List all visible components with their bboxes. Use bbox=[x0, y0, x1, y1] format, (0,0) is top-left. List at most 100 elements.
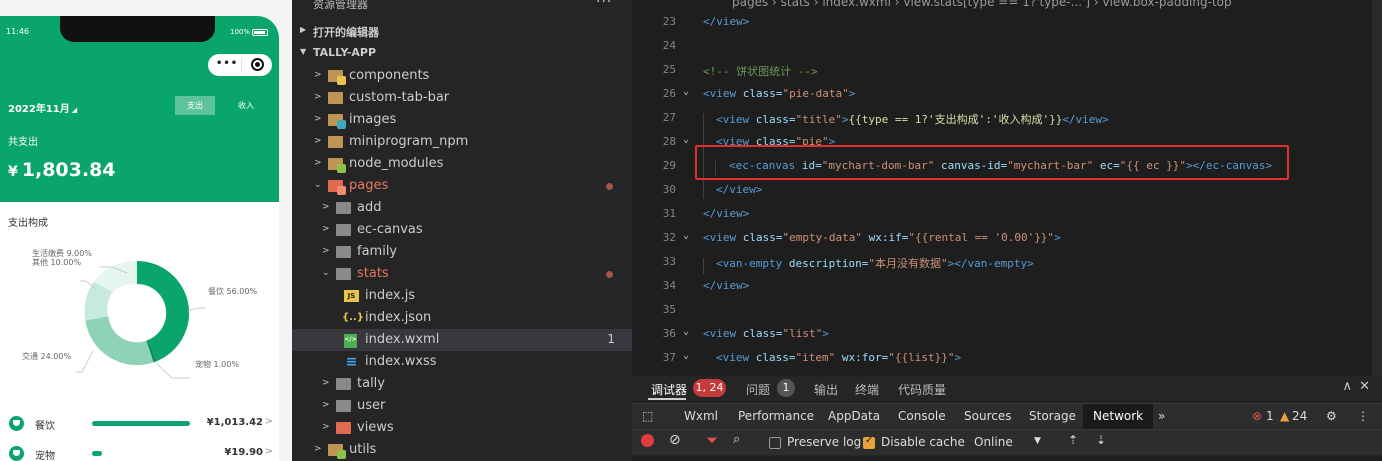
editor-scrollbar[interactable] bbox=[1372, 0, 1382, 376]
devtools-tab-wxml[interactable]: Wxml bbox=[684, 409, 718, 423]
throttle-select[interactable]: Online bbox=[974, 435, 1013, 449]
tab-code-quality[interactable]: 代码质量 bbox=[898, 381, 946, 398]
modified-dot bbox=[606, 271, 613, 278]
close-icon[interactable]: ✕ bbox=[1359, 379, 1370, 394]
clear-icon[interactable]: ⊘ bbox=[669, 432, 681, 448]
code-line[interactable]: 34 </view> bbox=[632, 274, 1382, 298]
dropdown-icon[interactable]: ▼ bbox=[1034, 436, 1041, 446]
chevron-down-icon: ⌄ bbox=[322, 268, 330, 278]
tree-file-index-wxml[interactable]: </> index.wxml 1 bbox=[292, 329, 632, 351]
tree-folder-components[interactable]: > components bbox=[292, 65, 632, 87]
preserve-log-checkbox[interactable] bbox=[769, 437, 781, 449]
tab-expense[interactable]: 支出 bbox=[175, 96, 215, 115]
devtools-tab-console[interactable]: Console bbox=[898, 409, 946, 423]
phone-screen: 11:46 100% ••• 2022年11月 ◢ 支出 收入 共支出 ¥1,80… bbox=[0, 16, 279, 461]
tab-debugger[interactable]: 调试器 bbox=[651, 381, 687, 398]
tree-folder-user[interactable]: > user bbox=[292, 395, 632, 417]
simulator-panel: 11:46 100% ••• 2022年11月 ◢ 支出 收入 共支出 ¥1,80… bbox=[0, 0, 292, 461]
filter-icon[interactable]: ⏷ bbox=[706, 431, 718, 449]
folder-icon bbox=[328, 92, 343, 104]
devtools-tab-performance[interactable]: Performance bbox=[738, 409, 814, 423]
tree-folder-node-modules[interactable]: > node_modules bbox=[292, 153, 632, 175]
tree-folder-views[interactable]: > views bbox=[292, 417, 632, 439]
tab-terminal[interactable]: 终端 bbox=[855, 381, 879, 398]
tree-folder-pages[interactable]: ⌄ pages bbox=[292, 175, 632, 197]
code-line[interactable]: 23 </view> bbox=[632, 10, 1382, 34]
food-icon bbox=[9, 416, 24, 431]
dropdown-icon: ◢ bbox=[71, 106, 78, 114]
devtools-tab-appdata[interactable]: AppData bbox=[828, 409, 880, 423]
devtools-tab-sources[interactable]: Sources bbox=[964, 409, 1011, 423]
kebab-menu-icon[interactable]: ⋮ bbox=[1357, 409, 1369, 423]
battery-text: 100% bbox=[230, 28, 251, 36]
download-icon[interactable]: ⇣ bbox=[1096, 433, 1106, 447]
code-line[interactable]: 37 ⌄ <view class="item" wx:for="{{list}}… bbox=[632, 346, 1382, 370]
code-line[interactable]: 30 </view> bbox=[632, 178, 1382, 202]
fold-chevron-icon[interactable]: ⌄ bbox=[683, 230, 689, 241]
section-open-editors[interactable]: ▶ 打开的编辑器 bbox=[292, 20, 632, 42]
code-line[interactable]: 25 <!-- 饼状图统计 --> bbox=[632, 58, 1382, 82]
category-row-food[interactable]: 餐饮 ¥1,013.42 > bbox=[0, 414, 279, 434]
tree-folder-add[interactable]: > add bbox=[292, 197, 632, 219]
chevron-right-icon: > bbox=[322, 246, 330, 256]
tree-folder-ec-canvas[interactable]: > ec-canvas bbox=[292, 219, 632, 241]
code-line[interactable]: 26 ⌄ <view class="pie-data"> bbox=[632, 82, 1382, 106]
tree-folder-utils[interactable]: > utils bbox=[292, 439, 632, 461]
fold-chevron-icon[interactable]: ⌄ bbox=[683, 326, 689, 337]
code-line[interactable]: 35 bbox=[632, 298, 1382, 322]
more-tabs-icon[interactable]: » bbox=[1158, 409, 1165, 423]
record-icon[interactable] bbox=[641, 434, 654, 447]
chevron-right-icon: > bbox=[322, 378, 330, 388]
month-picker[interactable]: 2022年11月 ◢ bbox=[8, 100, 77, 115]
folder-icon bbox=[336, 378, 351, 390]
error-count[interactable]: 1 bbox=[1266, 409, 1274, 423]
tree-file-index-wxss[interactable]: ≡ index.wxss bbox=[292, 351, 632, 373]
code-line[interactable]: 33 <van-empty description="本月没有数据"></van… bbox=[632, 250, 1382, 274]
fold-chevron-icon[interactable]: ⌄ bbox=[683, 86, 689, 97]
tree-file-index-json[interactable]: {..} index.json bbox=[292, 307, 632, 329]
gear-icon[interactable]: ⚙ bbox=[1326, 409, 1337, 423]
upload-icon[interactable]: ⇡ bbox=[1068, 433, 1078, 447]
fold-chevron-icon[interactable]: ⌄ bbox=[683, 350, 689, 361]
tab-issues[interactable]: 问题 bbox=[746, 381, 770, 398]
folder-icon bbox=[328, 158, 346, 173]
search-icon[interactable]: ⌕ bbox=[733, 432, 740, 447]
more-dots-icon[interactable]: ••• bbox=[216, 58, 238, 69]
tree-folder-tally[interactable]: > tally bbox=[292, 373, 632, 395]
mini-program-capsule[interactable]: ••• bbox=[208, 54, 272, 76]
tab-output[interactable]: 输出 bbox=[814, 381, 838, 398]
panel-tabs: 调试器 1, 24 问题 1 输出 终端 代码质量 ∧ ✕ bbox=[632, 376, 1382, 401]
devtools-tab-storage[interactable]: Storage bbox=[1029, 409, 1076, 423]
code-line[interactable]: 36 ⌄ <view class="list"> bbox=[632, 322, 1382, 346]
folder-icon bbox=[336, 422, 351, 434]
close-circle-icon[interactable] bbox=[251, 58, 264, 71]
fold-chevron-icon[interactable]: ⌄ bbox=[683, 134, 689, 145]
wxss-file-icon: ≡ bbox=[345, 354, 358, 370]
chevron-up-icon[interactable]: ∧ bbox=[1342, 379, 1352, 394]
code-line[interactable]: 31 </view> bbox=[632, 202, 1382, 226]
tab-income[interactable]: 收入 bbox=[226, 96, 266, 115]
chevron-right-icon: ▶ bbox=[300, 25, 307, 34]
tree-folder-miniprogram-npm[interactable]: > miniprogram_npm bbox=[292, 131, 632, 153]
devtools-tab-network[interactable]: Network bbox=[1083, 404, 1154, 429]
chevron-right-icon: > bbox=[322, 224, 330, 234]
tree-folder-stats[interactable]: ⌄ stats bbox=[292, 263, 632, 285]
inspect-element-icon[interactable]: ⬚ bbox=[642, 409, 653, 423]
category-row-pet[interactable]: 宠物 ¥19.90 > bbox=[0, 444, 279, 461]
tree-folder-images[interactable]: > images bbox=[292, 109, 632, 131]
code-line[interactable]: 27 <view class="title">{{type == 1?'支出构成… bbox=[632, 106, 1382, 130]
tree-file-index-js[interactable]: JS index.js bbox=[292, 285, 632, 307]
pie-label-other: 其他 10.00% bbox=[32, 258, 82, 267]
disable-cache-checkbox[interactable] bbox=[863, 435, 875, 449]
breadcrumb[interactable]: pages › stats › index.wxml › view.stats[… bbox=[732, 0, 1232, 9]
section-project[interactable]: ▼ TALLY-APP bbox=[292, 42, 632, 64]
pet-icon bbox=[9, 446, 24, 461]
warning-count[interactable]: 24 bbox=[1292, 409, 1307, 423]
code-editor[interactable]: pages › stats › index.wxml › view.stats[… bbox=[632, 0, 1382, 376]
tree-folder-family[interactable]: > family bbox=[292, 241, 632, 263]
code-line[interactable]: 32 ⌄ <view class="empty-data" wx:if="{{r… bbox=[632, 226, 1382, 250]
folder-icon bbox=[336, 400, 351, 412]
more-actions-icon[interactable]: ··· bbox=[596, 0, 612, 10]
tree-folder-custom-tab-bar[interactable]: > custom-tab-bar bbox=[292, 87, 632, 109]
code-line[interactable]: 24 bbox=[632, 34, 1382, 58]
